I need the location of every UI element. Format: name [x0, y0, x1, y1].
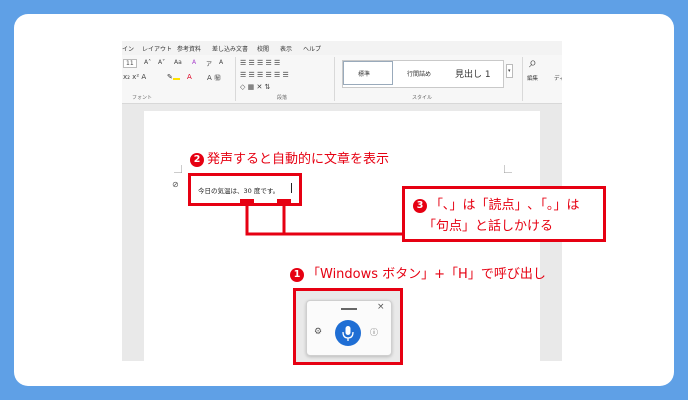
grow-font-button[interactable]: A˄: [144, 59, 151, 66]
change-case-button[interactable]: Aa: [174, 59, 182, 66]
step3-line1: 3 「､」は「読点」､「｡」は: [413, 194, 580, 213]
step3-annotation-box: 3 「､」は「読点」､「｡」は 「句点」と話しかける: [402, 186, 606, 242]
gear-icon[interactable]: ⚙: [314, 327, 322, 337]
font-size-box[interactable]: 11: [123, 59, 137, 68]
connector-lines: [245, 202, 402, 236]
list-bullets-icon[interactable]: ☰ ☰ ☰ ☰ ☰: [240, 59, 280, 67]
dictate-button[interactable]: ディ: [554, 74, 562, 82]
crop-mark-icon: [174, 165, 182, 173]
phonetic-guide-button[interactable]: ア: [206, 59, 212, 68]
ribbon-divider: [522, 57, 523, 101]
menu-review[interactable]: 校閲: [257, 44, 269, 53]
menu-help[interactable]: ヘルプ: [303, 44, 321, 53]
shrink-font-button[interactable]: A˅: [158, 59, 165, 66]
style-more-icon[interactable]: ▾: [506, 64, 513, 78]
style-heading1[interactable]: 見出し 1: [455, 67, 491, 80]
microphone-button[interactable]: [335, 320, 361, 346]
menu-view[interactable]: 表示: [280, 44, 292, 53]
menu-bar: イン レイアウト 参考資料 差し込み文書 校閲 表示 ヘルプ: [122, 41, 562, 55]
help-icon[interactable]: ⓘ: [370, 327, 378, 338]
menu-references[interactable]: 参考資料: [177, 44, 201, 53]
highlight-icon[interactable]: ✎: [167, 73, 180, 81]
menu-layout[interactable]: レイアウト: [142, 44, 172, 53]
step2-annotation: 2 発声すると自動的に文章を表示: [190, 148, 389, 167]
ribbon-divider: [334, 57, 335, 101]
char-border-button[interactable]: A: [219, 59, 223, 66]
close-icon[interactable]: ×: [377, 302, 385, 312]
microphone-icon: [342, 326, 354, 341]
edit-button[interactable]: 編集: [527, 74, 538, 82]
shading-border-icons[interactable]: ◇ ▦ ✕ ⇅: [240, 83, 270, 91]
voice-typing-panel: × ⚙ ⓘ: [306, 300, 392, 356]
ribbon: 11 A˄ A˅ Aa A ア A x₂ x² A ✎ A A ㊙ フォント ☰…: [122, 55, 562, 104]
menu-insert[interactable]: イン: [122, 44, 134, 53]
comma-marker: [240, 199, 254, 203]
align-icons[interactable]: ☰ ☰ ☰ ☰ ☰ ☰: [240, 71, 289, 79]
style-no-spacing[interactable]: 行間詰め: [407, 69, 431, 78]
voice-typing-highlight: × ⚙ ⓘ: [293, 288, 403, 365]
font-group-label: フォント: [132, 95, 153, 101]
char-shading-icon[interactable]: A ㊙: [207, 73, 221, 83]
style-gallery: 標準 行間詰め 見出し 1: [342, 60, 504, 88]
font-color-icon[interactable]: A: [187, 73, 192, 81]
clear-format-button[interactable]: A: [192, 59, 196, 66]
period-marker: [277, 199, 291, 203]
paragraph-mark-icon: ⊘: [172, 180, 179, 189]
step1-annotation: 1 「Windows ボタン」+「H」で呼び出し: [290, 263, 546, 282]
menu-mailings[interactable]: 差し込み文書: [212, 44, 248, 53]
search-icon[interactable]: ⌕: [529, 55, 537, 71]
style-normal[interactable]: 標準: [343, 61, 393, 85]
ribbon-divider: [235, 57, 236, 101]
step3-line2: 「句点」と話しかける: [423, 219, 554, 234]
crop-mark-icon: [504, 165, 512, 173]
paragraph-group-label: 段落: [277, 95, 288, 101]
formatting-row-icon[interactable]: x₂ x² A: [123, 73, 146, 81]
drag-handle[interactable]: [341, 308, 357, 310]
style-group-label: スタイル: [412, 95, 433, 101]
